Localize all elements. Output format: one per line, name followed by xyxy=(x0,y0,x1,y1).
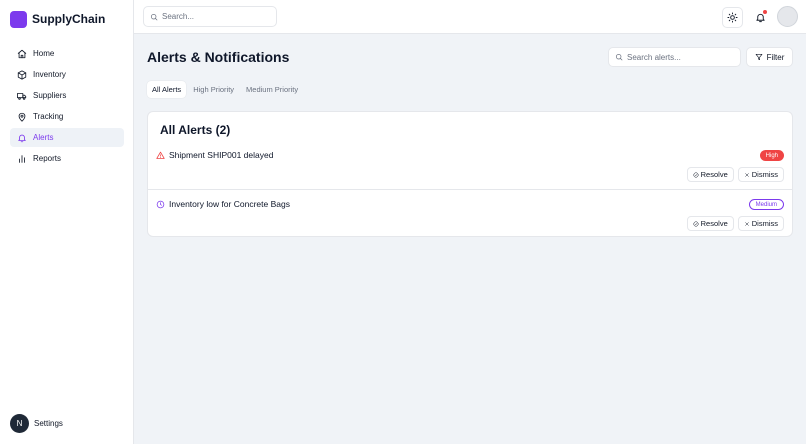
alert-item: Inventory low for Concrete Bags Medium R… xyxy=(148,191,792,239)
dismiss-label: Dismiss xyxy=(751,219,778,228)
sun-icon xyxy=(727,12,738,23)
settings-button[interactable]: N Settings xyxy=(10,414,63,433)
resolve-button[interactable]: Resolve xyxy=(686,167,734,182)
sidebar-item-label: Inventory xyxy=(33,70,66,79)
filter-button[interactable]: Filter xyxy=(746,47,793,67)
truck-icon xyxy=(17,92,27,100)
topbar xyxy=(134,0,806,34)
check-circle-icon xyxy=(693,172,699,177)
alert-message-text: Shipment SHIP001 delayed xyxy=(169,150,274,160)
resolve-button[interactable]: Resolve xyxy=(686,216,734,231)
clock-icon xyxy=(156,200,165,208)
filter-label: Filter xyxy=(766,52,785,62)
priority-badge: High xyxy=(759,150,784,161)
alerts-search-input[interactable] xyxy=(627,52,727,62)
alerts-card: All Alerts (2) Shipment SHIP001 delayed … xyxy=(147,111,793,237)
avatar: N xyxy=(10,414,29,433)
dismiss-label: Dismiss xyxy=(751,170,778,179)
alert-actions: Resolve Dismiss xyxy=(683,167,784,182)
settings-label: Settings xyxy=(34,419,63,428)
close-icon xyxy=(745,172,749,177)
sidebar-item-label: Alerts xyxy=(33,133,54,142)
notification-dot xyxy=(763,10,767,14)
sidebar-item-label: Reports xyxy=(33,154,62,163)
sidebar-item-reports[interactable]: Reports xyxy=(10,149,124,168)
global-search[interactable] xyxy=(143,6,277,27)
main-content: Alerts & Notifications Filter All Alerts… xyxy=(134,34,806,444)
map-pin-icon xyxy=(18,112,26,122)
check-circle-icon xyxy=(693,221,699,226)
bar-chart-icon xyxy=(19,154,25,163)
alert-tabs: All Alerts High Priority Medium Priority xyxy=(147,80,305,99)
tab-high-priority[interactable]: High Priority xyxy=(188,81,239,98)
filter-icon xyxy=(755,54,762,60)
sidebar-item-label: Suppliers xyxy=(33,91,67,100)
dismiss-button[interactable]: Dismiss xyxy=(737,216,784,231)
sidebar-item-inventory[interactable]: Inventory xyxy=(10,65,124,84)
package-icon xyxy=(17,69,27,80)
search-icon xyxy=(615,53,623,61)
alerts-search[interactable] xyxy=(608,47,741,67)
close-icon xyxy=(745,221,749,226)
tab-medium-priority[interactable]: Medium Priority xyxy=(241,81,303,98)
sidebar: SupplyChain Home Inventory Suppliers Tra… xyxy=(0,0,134,444)
sidebar-item-label: Tracking xyxy=(33,112,64,121)
home-icon xyxy=(17,49,27,58)
resolve-label: Resolve xyxy=(700,219,728,228)
sidebar-nav: Home Inventory Suppliers Tracking Alerts… xyxy=(10,44,124,170)
search-icon xyxy=(150,13,158,20)
alert-message: Shipment SHIP001 delayed xyxy=(156,150,273,160)
sidebar-item-suppliers[interactable]: Suppliers xyxy=(10,86,124,105)
alert-message: Inventory low for Concrete Bags xyxy=(156,199,290,209)
user-avatar[interactable] xyxy=(777,6,798,27)
global-search-input[interactable] xyxy=(162,12,262,21)
sidebar-item-tracking[interactable]: Tracking xyxy=(10,107,124,126)
theme-toggle-button[interactable] xyxy=(722,7,743,28)
alert-message-text: Inventory low for Concrete Bags xyxy=(169,199,290,209)
brand-name: SupplyChain xyxy=(32,12,106,26)
alerts-card-title: All Alerts (2) xyxy=(160,123,231,137)
alert-triangle-icon xyxy=(156,151,165,159)
sidebar-item-alerts[interactable]: Alerts xyxy=(10,128,124,147)
tab-all-alerts[interactable]: All Alerts xyxy=(147,81,187,98)
alert-actions: Resolve Dismiss xyxy=(683,216,784,231)
notifications-button[interactable] xyxy=(750,7,771,28)
brand-logo xyxy=(10,10,27,28)
bell-icon xyxy=(18,134,26,142)
page-title: Alerts & Notifications xyxy=(147,49,290,65)
sidebar-item-home[interactable]: Home xyxy=(10,44,124,63)
priority-badge: Medium xyxy=(748,199,784,210)
brand[interactable]: SupplyChain xyxy=(10,9,105,29)
sidebar-item-label: Home xyxy=(33,49,55,58)
resolve-label: Resolve xyxy=(700,170,728,179)
dismiss-button[interactable]: Dismiss xyxy=(737,167,784,182)
alert-item: Shipment SHIP001 delayed High Resolve Di… xyxy=(148,142,792,190)
